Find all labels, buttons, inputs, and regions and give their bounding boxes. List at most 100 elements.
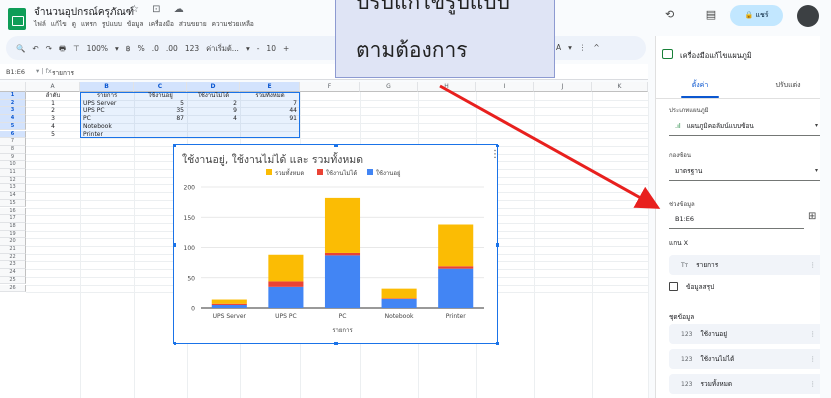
title-actions-icons[interactable]: ☆ ⊡ ☁ bbox=[130, 4, 189, 15]
cell[interactable]: UPS Server bbox=[83, 100, 131, 108]
toolbar-item[interactable]: A bbox=[556, 43, 561, 52]
menu-item[interactable]: ดู bbox=[72, 20, 76, 28]
cell[interactable]: Notebook bbox=[83, 123, 131, 131]
share-button[interactable]: 🔒 แชร์ bbox=[730, 5, 783, 26]
row-header[interactable]: 15 bbox=[0, 199, 26, 208]
stacked-column-chart[interactable]: ใช้งานอยู่, ใช้งานไม่ได้ และ รวมทั้งหมด ⋮… bbox=[173, 144, 499, 345]
series-chip-broken[interactable]: 123 ใช้งานไม่ได้ ⋮ bbox=[669, 349, 824, 369]
formula-input[interactable]: รายการ bbox=[52, 68, 74, 78]
select-range-grid-icon[interactable]: ⊞ bbox=[808, 211, 816, 222]
column-header[interactable]: I bbox=[476, 82, 534, 92]
name-box[interactable]: B1:E6 bbox=[6, 68, 25, 76]
more-options-icon[interactable]: ⋮ bbox=[810, 255, 817, 275]
aggregate-checkbox[interactable] bbox=[669, 282, 678, 291]
toolbar-item[interactable]: ↷ bbox=[46, 44, 52, 53]
stacking-select[interactable]: มาตรฐาน ▾ bbox=[669, 161, 824, 181]
toolbar-item[interactable]: .0 bbox=[152, 44, 159, 53]
column-header[interactable]: J bbox=[534, 82, 592, 92]
cell[interactable]: ลำดับ bbox=[29, 92, 77, 100]
more-options-icon[interactable]: ⋮ bbox=[810, 349, 817, 369]
row-header[interactable]: 4 bbox=[0, 115, 26, 123]
toolbar-item[interactable]: 🖶 bbox=[59, 44, 66, 53]
column-header[interactable]: E bbox=[240, 82, 300, 92]
toolbar-item[interactable]: ⊤ bbox=[73, 44, 80, 53]
chart-type-select[interactable]: .ıl แผนภูมิคอลัมน์แบบซ้อน ▾ bbox=[669, 116, 824, 136]
toolbar-item[interactable]: 🔍 bbox=[16, 44, 25, 53]
toolbar-item[interactable]: ↶ bbox=[32, 44, 38, 53]
row-header[interactable]: 19 bbox=[0, 230, 26, 239]
cell[interactable]: 7 bbox=[243, 100, 297, 108]
cell[interactable]: รวมทั้งหมด bbox=[243, 92, 297, 100]
sheets-logo-icon[interactable] bbox=[8, 8, 26, 30]
cell[interactable]: 1 bbox=[29, 100, 77, 108]
row-header[interactable]: 18 bbox=[0, 222, 26, 231]
row-header[interactable]: 25 bbox=[0, 276, 26, 285]
cell[interactable]: 5 bbox=[137, 100, 184, 108]
toolbar-item[interactable]: ⋮ bbox=[579, 43, 587, 52]
cell[interactable]: 9 bbox=[190, 107, 237, 115]
toolbar-item[interactable]: - bbox=[257, 44, 260, 53]
row-header[interactable]: 8 bbox=[0, 145, 26, 154]
menu-item[interactable]: แก้ไข bbox=[51, 20, 67, 28]
toolbar-item[interactable]: ฿ bbox=[126, 44, 131, 53]
row-header[interactable]: 21 bbox=[0, 246, 26, 254]
cell[interactable]: ใช้งานไม่ได้ bbox=[190, 92, 237, 100]
column-header[interactable]: K bbox=[592, 82, 648, 92]
row-header[interactable]: 12 bbox=[0, 176, 26, 185]
cell[interactable]: 35 bbox=[137, 107, 184, 115]
cell[interactable]: 4 bbox=[190, 115, 237, 123]
column-header[interactable]: G bbox=[360, 82, 418, 92]
toolbar-item[interactable]: ▾ bbox=[568, 43, 572, 52]
cell[interactable]: 44 bbox=[243, 107, 297, 115]
row-header[interactable]: 7 bbox=[0, 138, 26, 146]
x-axis-chip[interactable]: Tт รายการ ⋮ bbox=[669, 255, 824, 275]
row-header[interactable]: 9 bbox=[0, 153, 26, 162]
row-header[interactable]: 11 bbox=[0, 169, 26, 177]
row-header[interactable]: 1 bbox=[0, 92, 26, 100]
document-title[interactable]: จำนวนอุปกรณ์ครุภัณฑ์ bbox=[34, 5, 134, 20]
select-all-corner[interactable] bbox=[0, 82, 26, 92]
menu-item[interactable]: ส่วนขยาย bbox=[179, 20, 207, 28]
menu-item[interactable]: เครื่องมือ bbox=[149, 20, 174, 28]
menu-item[interactable]: แทรก bbox=[81, 20, 97, 28]
series-chip-total[interactable]: 123 รวมทั้งหมด ⋮ bbox=[669, 374, 824, 394]
cell[interactable]: 2 bbox=[190, 100, 237, 108]
row-header[interactable]: 16 bbox=[0, 207, 26, 216]
row-header[interactable]: 2 bbox=[0, 99, 26, 108]
toolbar-item[interactable]: % bbox=[138, 44, 145, 53]
cell[interactable]: 91 bbox=[243, 115, 297, 123]
menu-item[interactable]: รูปแบบ bbox=[102, 20, 122, 28]
row-header[interactable]: 13 bbox=[0, 184, 26, 193]
menu-item[interactable]: ความช่วยเหลือ bbox=[212, 20, 254, 28]
cell[interactable]: Printer bbox=[83, 131, 131, 139]
row-header[interactable]: 22 bbox=[0, 253, 26, 262]
column-header[interactable]: F bbox=[300, 82, 360, 92]
tab-setup[interactable]: ตั้งค่า bbox=[656, 80, 744, 91]
toolbar-item[interactable]: 123 bbox=[185, 44, 199, 53]
row-header[interactable]: 24 bbox=[0, 269, 26, 277]
row-header[interactable]: 20 bbox=[0, 238, 26, 246]
toolbar-item[interactable]: .00 bbox=[166, 44, 178, 53]
row-header[interactable]: 26 bbox=[0, 284, 26, 293]
cell[interactable]: 4 bbox=[29, 123, 77, 131]
toolbar-item[interactable]: 10 bbox=[266, 44, 276, 53]
cell[interactable]: 5 bbox=[29, 131, 77, 139]
cell[interactable]: 3 bbox=[29, 115, 77, 123]
column-header[interactable]: H bbox=[418, 82, 476, 92]
column-header[interactable]: D bbox=[187, 82, 240, 92]
row-header[interactable]: 10 bbox=[0, 161, 26, 169]
toolbar-item[interactable]: ▾ bbox=[115, 44, 119, 53]
series-chip-active[interactable]: 123 ใช้งานอยู่ ⋮ bbox=[669, 324, 824, 344]
cell[interactable]: UPS PC bbox=[83, 107, 131, 115]
cell[interactable]: 87 bbox=[137, 115, 184, 123]
cell[interactable]: PC bbox=[83, 115, 131, 123]
toolbar-item[interactable]: + bbox=[283, 44, 289, 53]
row-header[interactable]: 23 bbox=[0, 261, 26, 270]
row-header[interactable]: 14 bbox=[0, 192, 26, 200]
menu-item[interactable]: ไฟล์ bbox=[34, 20, 46, 28]
row-header[interactable]: 5 bbox=[0, 122, 26, 131]
cell[interactable]: รายการ bbox=[83, 92, 131, 100]
avatar[interactable] bbox=[797, 5, 819, 27]
column-header[interactable]: C bbox=[134, 82, 187, 92]
toolbar-item[interactable]: ^ bbox=[593, 43, 599, 52]
